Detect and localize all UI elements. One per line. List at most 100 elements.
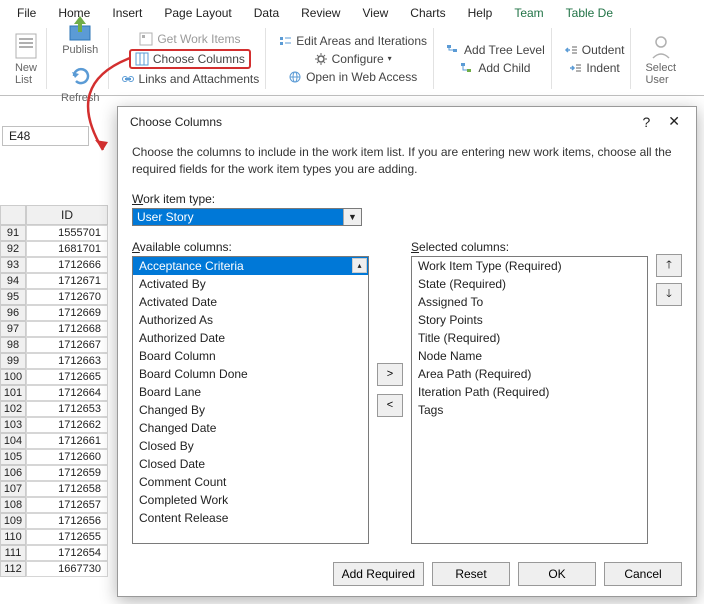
list-item[interactable]: Activated By: [133, 275, 368, 293]
cell[interactable]: 1712669: [26, 305, 108, 321]
list-item[interactable]: Authorized Date: [133, 329, 368, 347]
row-number[interactable]: 92: [0, 241, 26, 257]
configure-button[interactable]: Configure ▾: [312, 51, 394, 67]
row-number[interactable]: 96: [0, 305, 26, 321]
move-left-button[interactable]: <: [377, 394, 403, 417]
add-required-button[interactable]: Add Required: [333, 562, 424, 586]
cell[interactable]: 1712671: [26, 273, 108, 289]
cell[interactable]: 1712666: [26, 257, 108, 273]
row-number[interactable]: 108: [0, 497, 26, 513]
chevron-down-icon[interactable]: ▼: [343, 209, 361, 225]
tab-review[interactable]: Review: [290, 2, 351, 24]
add-tree-level-button[interactable]: Add Tree Level: [444, 42, 547, 58]
indent-button[interactable]: Indent: [566, 60, 621, 76]
row-number[interactable]: 91: [0, 225, 26, 241]
row-number[interactable]: 109: [0, 513, 26, 529]
list-item[interactable]: Completed Work: [133, 491, 368, 509]
move-right-button[interactable]: >: [377, 363, 403, 386]
tab-file[interactable]: File: [6, 2, 47, 24]
cell[interactable]: 1712663: [26, 353, 108, 369]
cell[interactable]: 1712664: [26, 385, 108, 401]
open-web-button[interactable]: Open in Web Access: [286, 69, 419, 85]
column-header-id[interactable]: ID: [26, 205, 108, 225]
cell[interactable]: 1712668: [26, 321, 108, 337]
outdent-button[interactable]: Outdent: [562, 42, 627, 58]
cell[interactable]: 1712654: [26, 545, 108, 561]
available-columns-list[interactable]: Acceptance CriteriaActivated ByActivated…: [132, 256, 369, 544]
cell[interactable]: 1712665: [26, 369, 108, 385]
row-number[interactable]: 97: [0, 321, 26, 337]
list-item[interactable]: Story Points: [412, 311, 647, 329]
row-number[interactable]: 95: [0, 289, 26, 305]
cell[interactable]: 1712667: [26, 337, 108, 353]
close-button[interactable]: ✕: [660, 113, 688, 130]
tab-data[interactable]: Data: [243, 2, 290, 24]
row-number[interactable]: 102: [0, 401, 26, 417]
list-item[interactable]: Closed Date: [133, 455, 368, 473]
cell[interactable]: 1667730: [26, 561, 108, 577]
choose-columns-button[interactable]: Choose Columns: [133, 51, 247, 67]
list-item[interactable]: Authorized As: [133, 311, 368, 329]
publish-button[interactable]: Publish: [58, 12, 102, 58]
cell[interactable]: 1712670: [26, 289, 108, 305]
new-list-button[interactable]: NewList: [10, 30, 42, 88]
selected-columns-list[interactable]: Work Item Type (Required)State (Required…: [411, 256, 648, 544]
reset-button[interactable]: Reset: [432, 562, 510, 586]
list-item[interactable]: Closed By: [133, 437, 368, 455]
list-item[interactable]: Board Column Done: [133, 365, 368, 383]
tab-page-layout[interactable]: Page Layout: [153, 2, 242, 24]
tab-team[interactable]: Team: [503, 2, 554, 24]
row-number[interactable]: 98: [0, 337, 26, 353]
add-child-button[interactable]: Add Child: [458, 60, 532, 76]
list-item[interactable]: Tags: [412, 401, 647, 419]
list-item[interactable]: Activated Date: [133, 293, 368, 311]
row-number[interactable]: 104: [0, 433, 26, 449]
grid-corner[interactable]: [0, 205, 26, 225]
row-number[interactable]: 111: [0, 545, 26, 561]
row-number[interactable]: 99: [0, 353, 26, 369]
list-item[interactable]: Assigned To: [412, 293, 647, 311]
row-number[interactable]: 103: [0, 417, 26, 433]
row-number[interactable]: 100: [0, 369, 26, 385]
list-item[interactable]: Comment Count: [133, 473, 368, 491]
list-item[interactable]: Work Item Type (Required): [412, 257, 647, 275]
cell[interactable]: 1712662: [26, 417, 108, 433]
get-work-items-button[interactable]: Get Work Items: [137, 31, 242, 47]
cell[interactable]: 1712656: [26, 513, 108, 529]
select-user-button[interactable]: SelectUser: [641, 30, 680, 88]
name-box[interactable]: E48: [2, 126, 89, 146]
cell[interactable]: 1712661: [26, 433, 108, 449]
cell[interactable]: 1712653: [26, 401, 108, 417]
row-number[interactable]: 93: [0, 257, 26, 273]
cell[interactable]: 1712660: [26, 449, 108, 465]
list-item[interactable]: Board Column: [133, 347, 368, 365]
list-item[interactable]: Content Release: [133, 509, 368, 527]
help-button[interactable]: ?: [632, 114, 660, 130]
list-item[interactable]: State (Required): [412, 275, 647, 293]
list-item[interactable]: Area Path (Required): [412, 365, 647, 383]
list-item[interactable]: Changed Date: [133, 419, 368, 437]
cell[interactable]: 1712655: [26, 529, 108, 545]
cell[interactable]: 1712659: [26, 465, 108, 481]
row-number[interactable]: 106: [0, 465, 26, 481]
row-number[interactable]: 105: [0, 449, 26, 465]
refresh-button[interactable]: Refresh: [57, 60, 104, 106]
list-item[interactable]: Iteration Path (Required): [412, 383, 647, 401]
links-attachments-button[interactable]: Links and Attachments: [119, 71, 262, 87]
tab-insert[interactable]: Insert: [101, 2, 153, 24]
list-item[interactable]: Node Name: [412, 347, 647, 365]
row-number[interactable]: 112: [0, 561, 26, 577]
tab-help[interactable]: Help: [457, 2, 504, 24]
cell[interactable]: 1712657: [26, 497, 108, 513]
work-item-type-combo[interactable]: User Story ▼: [132, 208, 362, 226]
list-item[interactable]: Changed By: [133, 401, 368, 419]
move-down-button[interactable]: 🡓: [656, 283, 682, 306]
list-item[interactable]: Board Lane: [133, 383, 368, 401]
row-number[interactable]: 101: [0, 385, 26, 401]
move-up-button[interactable]: 🡑: [656, 254, 682, 277]
list-item[interactable]: Acceptance Criteria: [133, 257, 368, 275]
tab-table-de[interactable]: Table De: [555, 2, 624, 24]
cancel-button[interactable]: Cancel: [604, 562, 682, 586]
cell[interactable]: 1681701: [26, 241, 108, 257]
tab-view[interactable]: View: [351, 2, 399, 24]
